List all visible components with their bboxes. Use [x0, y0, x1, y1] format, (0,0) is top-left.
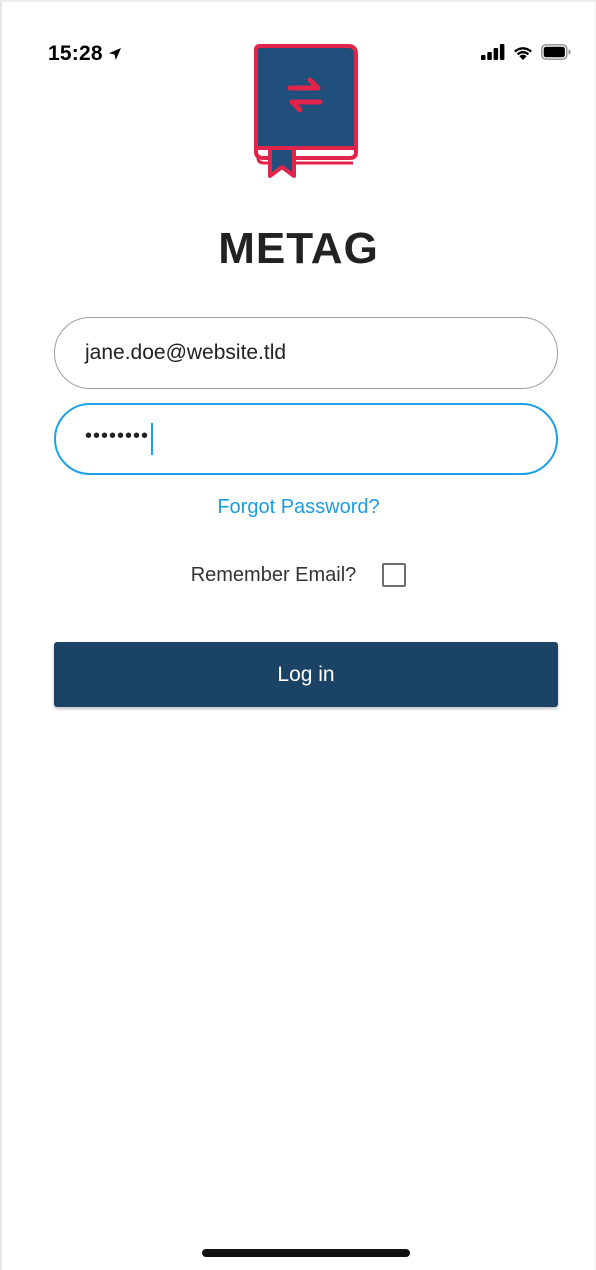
battery-icon: [541, 44, 571, 60]
remember-email-label: Remember Email?: [190, 563, 357, 586]
remember-email-checkbox[interactable]: [382, 563, 407, 587]
login-button-label: Log in: [277, 662, 335, 686]
text-cursor: [151, 423, 154, 455]
status-icons: [481, 44, 571, 60]
status-time-text: 15:28: [48, 42, 103, 65]
remember-email-row: Remember Email?: [2, 563, 595, 587]
signal-icon: [481, 44, 505, 60]
book-swap-logo: [254, 44, 358, 178]
email-field[interactable]: jane.doe@website.tld: [54, 317, 558, 389]
location-arrow-icon: [108, 48, 121, 60]
home-indicator[interactable]: [202, 1249, 410, 1257]
password-mask: ••••••••: [85, 424, 150, 447]
status-time: 15:28: [48, 42, 122, 66]
email-value: jane.doe@website.tld: [85, 341, 287, 364]
login-button[interactable]: Log in: [54, 642, 558, 707]
login-screen: 15:28 METAG jane.doe@website.tld •••••••…: [0, 0, 596, 1270]
wifi-icon: [514, 47, 532, 60]
forgot-password-link[interactable]: Forgot Password?: [2, 496, 595, 519]
app-title: METAG: [218, 224, 379, 273]
password-field[interactable]: ••••••••: [54, 403, 558, 475]
